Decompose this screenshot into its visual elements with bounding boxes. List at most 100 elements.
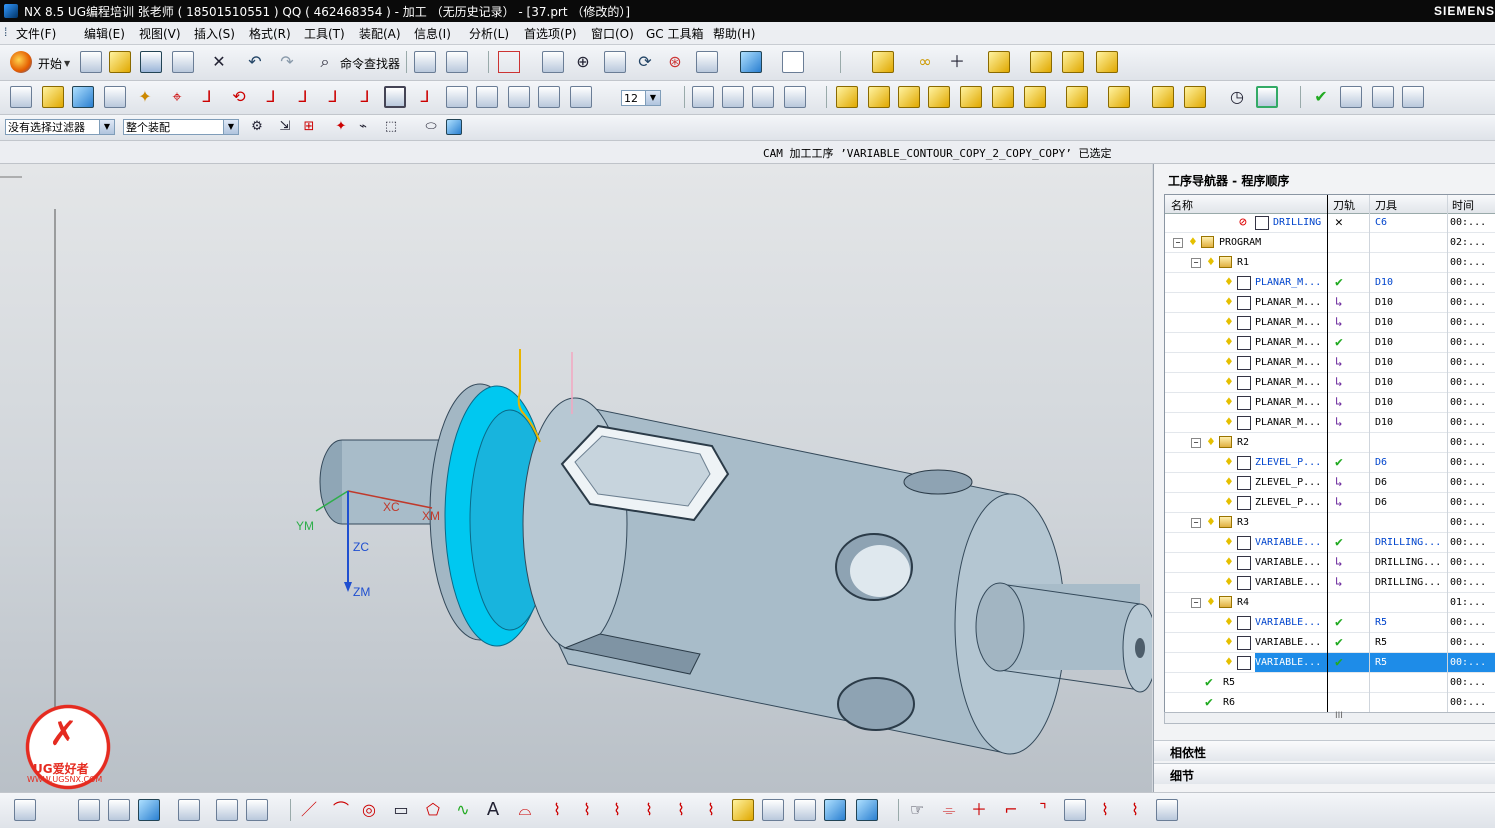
trim-icon[interactable]: ⌯ (938, 799, 960, 821)
machine-tool-view-icon[interactable] (722, 86, 744, 108)
object-display-icon[interactable] (1152, 86, 1174, 108)
operation-row[interactable]: ⊘ DRILLING ✕ C6 00:... (1165, 213, 1495, 233)
operation-row[interactable]: ♦ VARIABLE... ✔ DRILLING... 00:... (1165, 533, 1495, 553)
intersect-curve-icon[interactable]: ⌇ (606, 799, 628, 821)
feature-op-icon[interactable] (138, 799, 160, 821)
cross-icon[interactable]: ＋ (968, 799, 990, 821)
menu-insert[interactable]: 插入(S) (194, 25, 235, 42)
wcs-yc-icon[interactable]: ⅃ (354, 86, 376, 108)
fillet-icon[interactable]: ⌐ (1000, 799, 1022, 821)
layer-stack-icon[interactable] (446, 86, 468, 108)
document-icon[interactable] (1064, 799, 1086, 821)
menu-information[interactable]: 信息(I) (414, 25, 451, 42)
create-method-icon[interactable] (104, 86, 126, 108)
operation-row[interactable]: ♦ ZLEVEL_P... ↳ D6 00:... (1165, 473, 1495, 493)
program-group-row[interactable]: − ♦ R2 00:... (1165, 433, 1495, 453)
stack-icon[interactable] (1062, 51, 1084, 73)
sketch-icon[interactable] (14, 799, 36, 821)
col-toolpath[interactable]: 刀轨 (1333, 197, 1355, 213)
edit-object-icon[interactable] (414, 51, 436, 73)
snap-icon[interactable] (246, 799, 268, 821)
operation-row[interactable]: ♦ PLANAR_M... ✔ D10 00:... (1165, 273, 1495, 293)
output-cls-icon[interactable] (1066, 86, 1088, 108)
menu-file[interactable]: 文件(F) (16, 25, 56, 42)
check-icon[interactable]: ✔ (1310, 86, 1332, 108)
menu-assembly[interactable]: 装配(A) (359, 25, 401, 42)
chevron-down-icon[interactable]: ▼ (645, 91, 660, 105)
wcs-dynamic-icon[interactable]: ⅃ (196, 86, 218, 108)
operation-row[interactable]: ♦ VARIABLE... ↳ DRILLING... 00:... (1165, 553, 1495, 573)
operation-row[interactable]: ♦ PLANAR_M... ↳ D10 00:... (1165, 373, 1495, 393)
text-icon[interactable]: A (482, 799, 504, 821)
eraser-icon[interactable]: ⬭ (420, 116, 442, 138)
fit-view-icon[interactable] (498, 51, 520, 73)
undo-icon[interactable]: ↶ (244, 51, 266, 73)
work-layer-select[interactable]: 12 ▼ (621, 90, 661, 106)
filter-icon[interactable]: ⚙ (246, 116, 268, 138)
menu-view[interactable]: 视图(V) (139, 25, 181, 42)
layer-copy-icon[interactable] (508, 86, 530, 108)
program-group-row[interactable]: ✔ R5 00:... (1165, 673, 1495, 693)
part-navigator-icon[interactable] (78, 799, 100, 821)
verify-toolpath-icon[interactable] (928, 86, 950, 108)
command-finder-button[interactable]: 命令查找器 (340, 55, 400, 72)
collapse-toggle-icon[interactable]: − (1191, 518, 1201, 528)
operation-row[interactable]: ♦ VARIABLE... ✔ R5 00:... (1165, 613, 1495, 633)
create-tool-icon[interactable] (42, 86, 64, 108)
point-set-icon[interactable] (216, 799, 238, 821)
rotate-icon[interactable]: ⟳ (634, 51, 656, 73)
navigator-tree[interactable]: 名称 刀轨 刀具 时间 ⊘ DRILLING ✕ C6 00:... − ♦ PROGRAM 0… (1164, 194, 1495, 714)
menu-gc-toolkit[interactable]: GC 工具箱 (646, 25, 704, 42)
settings-icon[interactable] (1156, 799, 1178, 821)
machine-icon[interactable] (1402, 86, 1424, 108)
col-tool[interactable]: 刀具 (1375, 197, 1397, 213)
create-geometry-icon[interactable] (72, 86, 94, 108)
offset-curve-icon[interactable]: ⌓ (514, 799, 536, 821)
snap-point-icon[interactable]: ⊞ (298, 116, 320, 138)
layer-move-icon[interactable] (476, 86, 498, 108)
tangent-curve-icon[interactable]: ⌇ (1124, 799, 1146, 821)
mesh-surface-icon[interactable] (762, 799, 784, 821)
feature-icon[interactable] (1340, 86, 1362, 108)
wcs-xc-icon[interactable]: ⅃ (322, 86, 344, 108)
surface-icon[interactable] (732, 799, 754, 821)
geometry-view-icon[interactable] (752, 86, 774, 108)
bridge-curve-icon[interactable]: ⌇ (546, 799, 568, 821)
mirror-curve-icon[interactable]: ⌇ (1094, 799, 1116, 821)
render-style-icon[interactable] (696, 51, 718, 73)
wcs-set-icon[interactable]: ⅃ (292, 86, 314, 108)
program-order-view-icon[interactable] (692, 86, 714, 108)
open-folder-icon[interactable] (109, 51, 131, 73)
list-toolpath-icon[interactable] (898, 86, 920, 108)
print-icon[interactable] (172, 51, 194, 73)
cylinder-icon[interactable] (824, 799, 846, 821)
orient-view-icon[interactable]: ⊛ (664, 51, 686, 73)
operation-row[interactable]: ♦ VARIABLE... ✔ R5 00:... (1165, 653, 1495, 673)
simulate-icon[interactable] (960, 86, 982, 108)
start-button[interactable]: 开始 (38, 55, 62, 72)
project-curve-icon[interactable]: ⌇ (576, 799, 598, 821)
wcs-orient-icon[interactable]: ⅃ (260, 86, 282, 108)
menu-window[interactable]: 窗口(O) (591, 25, 634, 42)
clock-icon[interactable]: ◷ (1226, 86, 1248, 108)
chevron-down-icon[interactable]: ▼ (99, 120, 114, 134)
shop-doc-icon[interactable] (1024, 86, 1046, 108)
method-view-icon[interactable] (784, 86, 806, 108)
corner-icon[interactable]: ⌝ (1032, 799, 1054, 821)
polygon-icon[interactable]: ⬠ (422, 799, 444, 821)
rectangle-select-icon[interactable]: ⬚ (380, 116, 402, 138)
chevron-down-icon[interactable]: ▼ (223, 120, 238, 134)
assembly-icon[interactable] (108, 799, 130, 821)
program-group-row[interactable]: − ♦ PROGRAM 02:... (1165, 233, 1495, 253)
wave-link-icon[interactable]: ∞ (914, 51, 936, 73)
close-x-icon[interactable]: ✕ (208, 51, 230, 73)
operation-row[interactable]: ♦ PLANAR_M... ✔ D10 00:... (1165, 333, 1495, 353)
menu-help[interactable]: 帮助(H) (713, 25, 755, 42)
redo-icon[interactable]: ↷ (276, 51, 298, 73)
start-icon[interactable] (10, 51, 32, 73)
operation-row[interactable]: ♦ PLANAR_M... ↳ D10 00:... (1165, 413, 1495, 433)
trim-curve-icon[interactable]: ⌇ (700, 799, 722, 821)
menu-edit[interactable]: 编辑(E) (84, 25, 125, 42)
operation-row[interactable]: ♦ ZLEVEL_P... ✔ D6 00:... (1165, 453, 1495, 473)
collapse-toggle-icon[interactable]: − (1191, 438, 1201, 448)
